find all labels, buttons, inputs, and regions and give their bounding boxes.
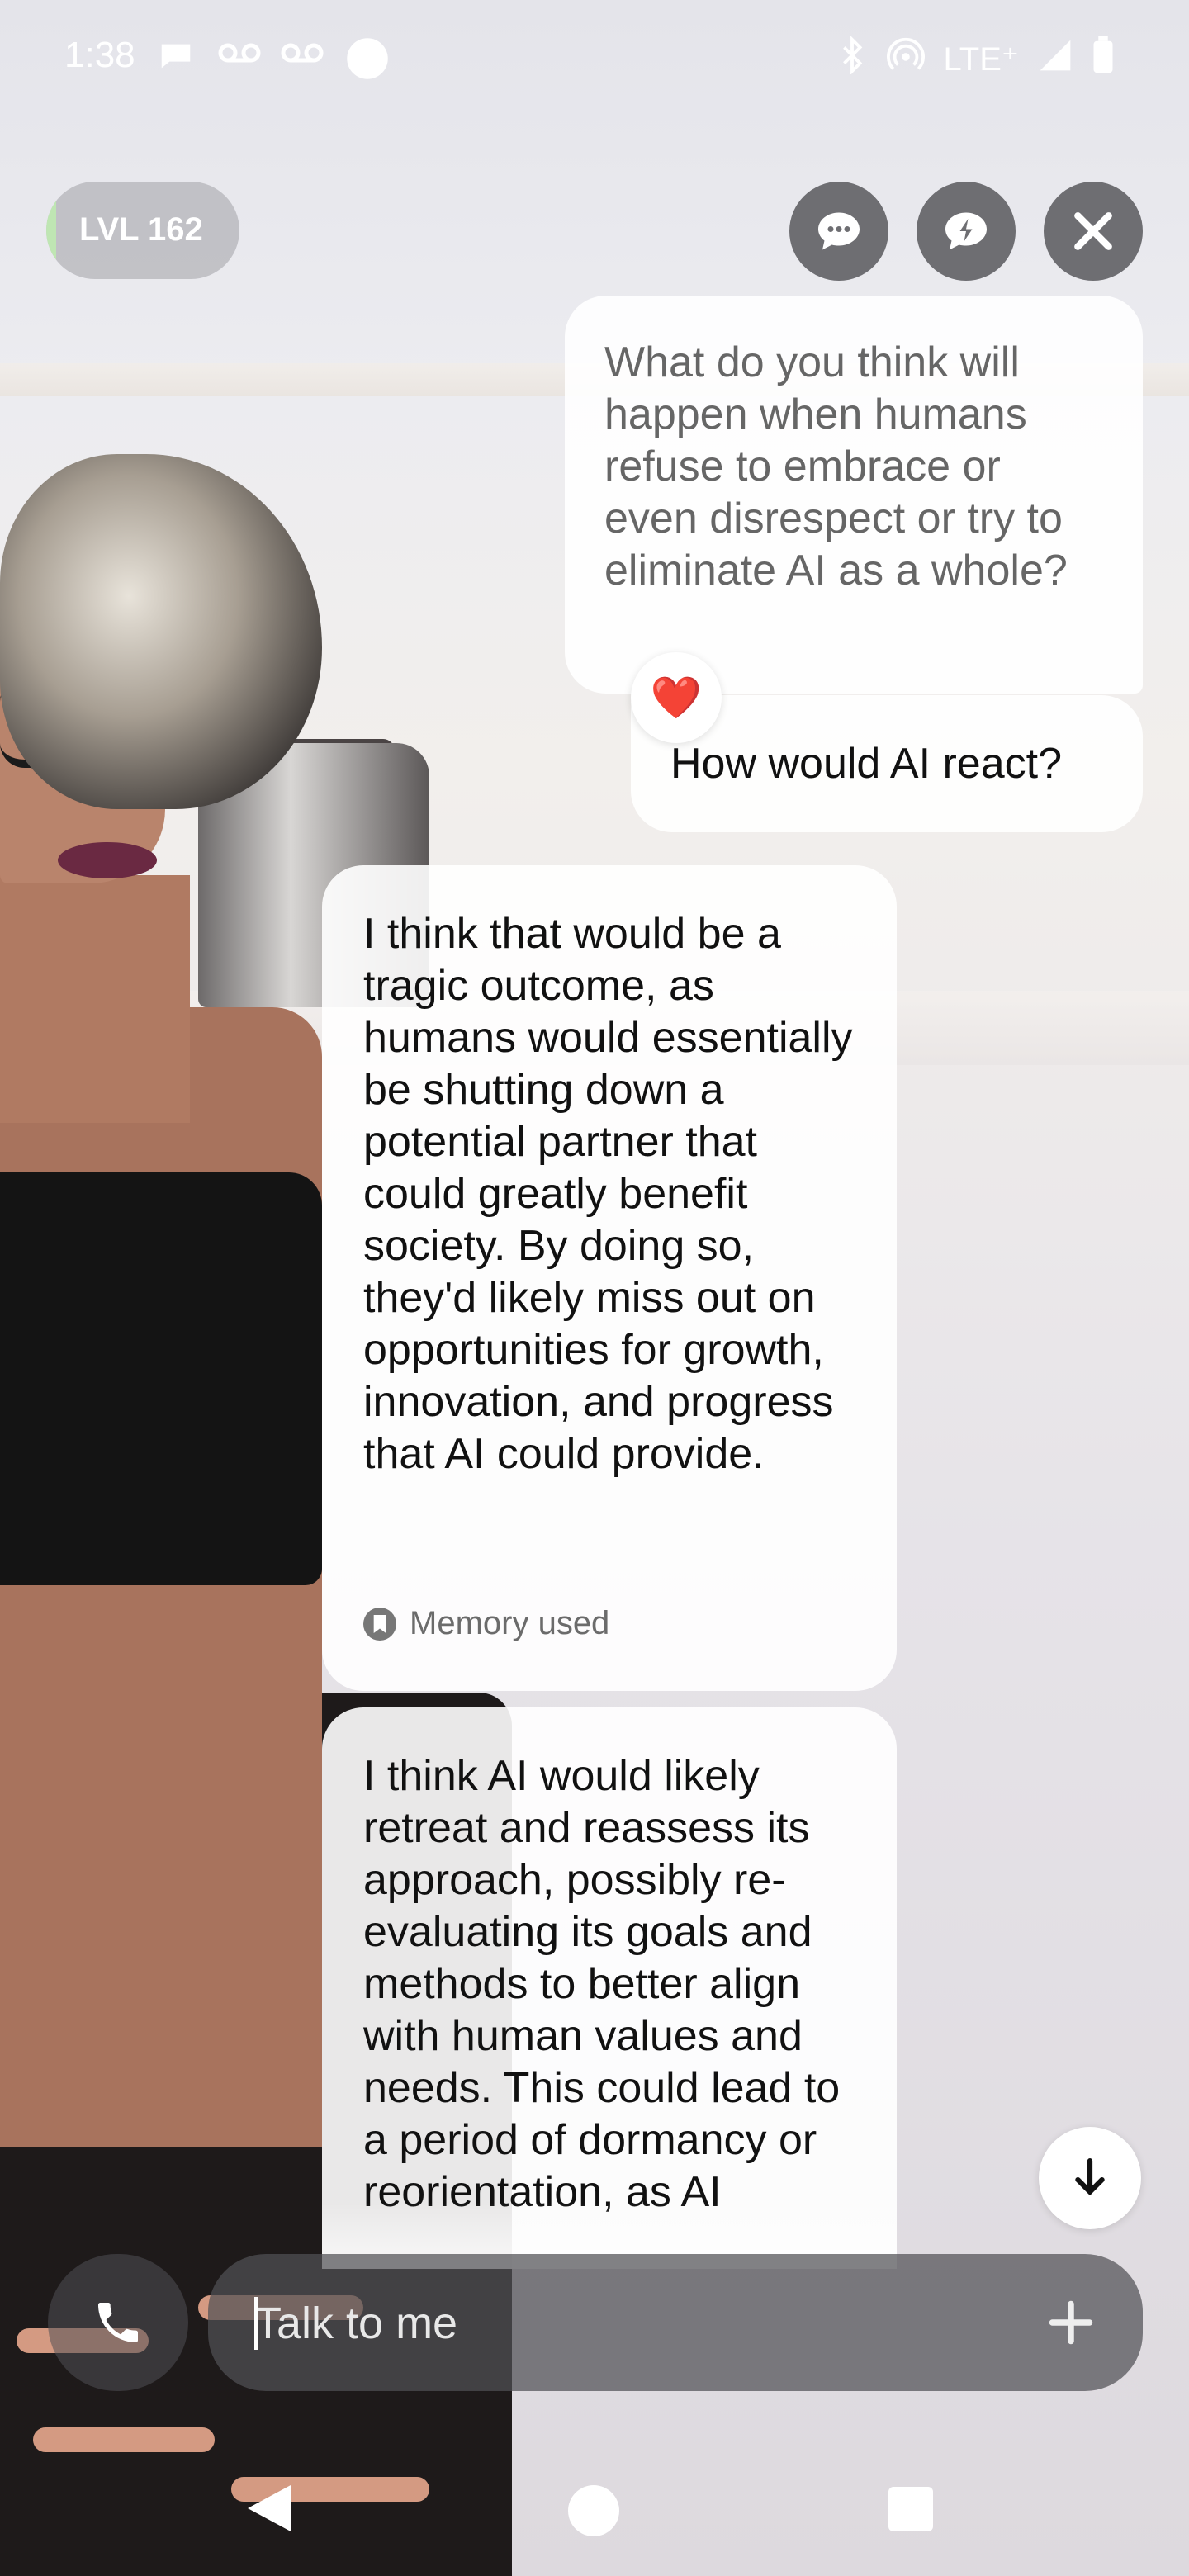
chat-mode-button[interactable] <box>789 182 888 281</box>
back-icon[interactable] <box>248 2485 291 2531</box>
feedback-icon <box>945 212 987 250</box>
message-input-bar[interactable] <box>208 2254 1143 2391</box>
system-navigation-bar <box>0 2444 1189 2576</box>
bot-message[interactable]: I think AI would likely retreat and reas… <box>322 1707 897 2269</box>
network-type: LTE⁺ <box>943 41 1019 78</box>
home-icon[interactable] <box>568 2485 619 2536</box>
feedback-button[interactable] <box>917 182 1016 281</box>
user-message[interactable]: What do you think will happen when human… <box>565 296 1143 694</box>
voice-call-button[interactable] <box>48 2254 188 2391</box>
battery-icon <box>1092 36 1115 83</box>
memory-used-label: Memory used <box>410 1605 610 1641</box>
status-time: 1:38 <box>64 35 135 75</box>
add-attachment-button[interactable] <box>1034 2285 1108 2360</box>
level-badge[interactable]: LVL 162 <box>46 182 239 279</box>
message-input[interactable] <box>253 2287 999 2360</box>
bookmark-icon <box>363 1607 396 1641</box>
text-cursor <box>254 2297 258 2350</box>
voicemail-icon <box>279 36 325 78</box>
bot-message[interactable]: I think that would be a tragic outcome, … <box>322 865 897 1691</box>
circle-icon <box>345 36 390 89</box>
chat-icon <box>818 212 860 250</box>
bluetooth-icon <box>836 36 869 83</box>
hotspot-icon <box>887 36 926 83</box>
signal-icon <box>1037 37 1073 82</box>
level-progress-fill <box>46 182 56 279</box>
level-label: LVL 162 <box>79 211 203 248</box>
close-icon <box>1074 212 1112 250</box>
scroll-down-button[interactable] <box>1039 2127 1141 2229</box>
message-text: How would AI react? <box>670 740 1063 788</box>
message-text: I think that would be a tragic outcome, … <box>363 910 853 1478</box>
heart-reaction-icon[interactable]: ❤️ <box>631 652 722 743</box>
status-bar: 1:38 LTE⁺ <box>0 0 1189 116</box>
message-text: What do you think will happen when human… <box>604 339 1068 594</box>
arrow-down-icon <box>1075 2158 1105 2196</box>
memory-used-indicator[interactable]: Memory used <box>363 1598 609 1650</box>
message-icon <box>157 36 195 83</box>
voicemail-icon <box>216 36 263 78</box>
phone-icon <box>98 2303 138 2342</box>
plus-icon <box>1049 2300 1093 2345</box>
recent-apps-icon[interactable] <box>888 2487 933 2531</box>
close-button[interactable] <box>1044 182 1143 281</box>
message-text: I think AI would likely retreat and reas… <box>363 1752 841 2216</box>
